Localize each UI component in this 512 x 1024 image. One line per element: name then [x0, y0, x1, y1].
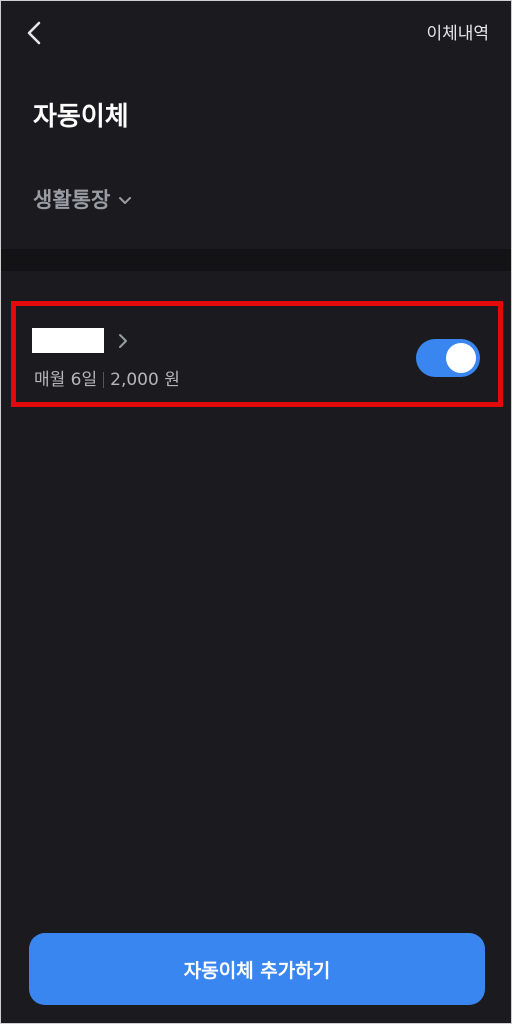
account-selector[interactable]: 생활통장 [33, 183, 132, 217]
page-title: 자동이체 [33, 102, 129, 132]
section-divider [1, 249, 511, 271]
transfer-toggle[interactable] [416, 339, 480, 377]
auto-transfer-screen: 이체내역 자동이체 생활통장 매월 6일 2,000 원 자동이체 추가하기 [0, 0, 512, 1024]
chevron-left-icon [27, 21, 41, 45]
chevron-down-icon [119, 197, 132, 204]
top-bar: 이체내역 [1, 1, 511, 69]
transfer-details: 매월 6일 2,000 원 [34, 368, 180, 392]
chevron-right-icon [119, 333, 127, 348]
back-button[interactable] [19, 17, 51, 49]
recipient-row[interactable] [32, 328, 130, 353]
detail-separator [103, 372, 105, 388]
recipient-name-redacted [32, 328, 104, 353]
transfer-history-link[interactable]: 이체내역 [426, 22, 489, 46]
auto-transfer-item[interactable]: 매월 6일 2,000 원 [11, 301, 503, 407]
transfer-schedule: 매월 6일 [34, 370, 98, 390]
add-auto-transfer-button[interactable]: 자동이체 추가하기 [29, 933, 485, 1005]
account-name: 생활통장 [33, 188, 111, 212]
transfer-amount: 2,000 원 [110, 370, 180, 390]
toggle-knob [446, 343, 476, 373]
